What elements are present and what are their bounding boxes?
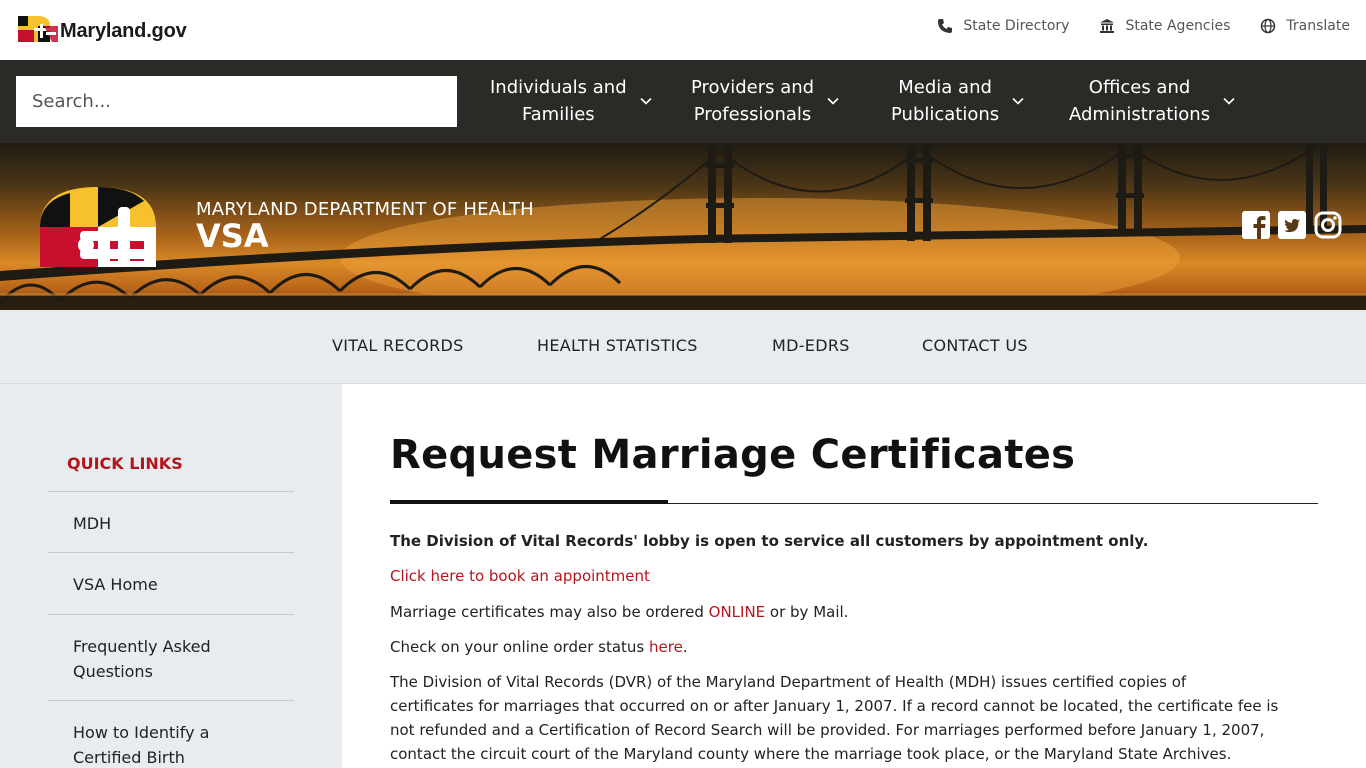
subnav-md-edrs[interactable]: MD-EDRS [772, 336, 850, 355]
chevron-down-icon [640, 97, 652, 105]
quick-link-identify-certified-birth[interactable]: How to Identify a Certified Birth [48, 700, 294, 768]
nav-offices-administrations[interactable]: Offices and Administrations [1069, 74, 1236, 128]
nav-individuals-families[interactable]: Individuals and Families [490, 74, 653, 128]
chevron-down-icon [1012, 97, 1024, 105]
order-text-post: or by Mail. [765, 603, 849, 621]
nav-label-line: Offices and [1088, 77, 1191, 98]
chevron-down-icon [1223, 97, 1235, 105]
translate-link[interactable]: Translate [1260, 18, 1350, 34]
nav-label-line: Publications [891, 104, 1000, 125]
quick-links-title: QUICK LINKS [67, 454, 183, 473]
status-text-pre: Check on your online order status [390, 638, 650, 656]
quick-link-mdh[interactable]: MDH [48, 491, 294, 553]
translate-label: Translate [1286, 18, 1350, 34]
status-text-post: . [682, 638, 688, 656]
order-online-link[interactable]: ONLINE [709, 603, 766, 621]
search-input[interactable] [16, 76, 457, 127]
quick-link-label: Certified Birth [73, 748, 185, 767]
nav-individuals-families-label: Individuals and Families [490, 74, 627, 128]
social-links [1242, 211, 1342, 239]
chevron-down-icon [827, 97, 839, 105]
instagram-icon[interactable] [1314, 211, 1342, 239]
order-text-pre: Marriage certificates may also be ordere… [390, 603, 709, 621]
nav-media-publications[interactable]: Media and Publications [891, 74, 1025, 128]
unit-name: VSA [196, 217, 269, 255]
status-paragraph: Check on your online order status here. [390, 635, 1320, 659]
twitter-icon[interactable] [1278, 211, 1306, 239]
nav-label-line: Families [521, 104, 595, 125]
phone-icon [938, 19, 953, 33]
nav-providers-professionals[interactable]: Providers and Professionals [691, 74, 840, 128]
brand-name: Maryland.gov [60, 19, 187, 42]
quick-link-faq[interactable]: Frequently Asked Questions [48, 614, 294, 700]
hero-banner: MARYLAND DEPARTMENT OF HEALTH VSA [0, 143, 1366, 310]
description-line: not refunded and a Certification of Reco… [390, 721, 1265, 739]
title-underline [390, 500, 668, 504]
state-agencies-label: State Agencies [1125, 18, 1231, 34]
nav-offices-administrations-label: Offices and Administrations [1069, 74, 1210, 128]
nav-label-line: Individuals and [490, 77, 627, 98]
nav-label-line: Media and [898, 77, 992, 98]
main-navigation: Individuals and Families Providers and P… [0, 60, 1366, 143]
subnav-health-statistics[interactable]: HEALTH STATISTICS [537, 336, 698, 355]
appointment-paragraph: Click here to book an appointment [390, 564, 1320, 588]
utility-bar: Maryland.gov State Directory State Agenc… [0, 0, 1366, 60]
state-directory-label: State Directory [963, 18, 1070, 34]
subnav-vital-records[interactable]: VITAL RECORDS [332, 336, 464, 355]
nav-providers-professionals-label: Providers and Professionals [691, 74, 814, 128]
nav-label-line: Administrations [1069, 104, 1211, 125]
bank-icon [1100, 19, 1115, 33]
order-status-link[interactable]: here [649, 638, 683, 656]
quick-link-vsa-home[interactable]: VSA Home [48, 552, 294, 614]
quick-link-label: Questions [73, 662, 153, 681]
description-line: contact the circuit court of the Marylan… [390, 745, 1232, 763]
quick-links-sidebar: QUICK LINKS MDH VSA Home Frequently Aske… [0, 384, 342, 768]
globe-icon [1261, 18, 1276, 34]
nav-label-line: Providers and [691, 77, 815, 98]
description-line: The Division of Vital Records (DVR) of t… [390, 673, 1187, 691]
quick-link-label: MDH [73, 514, 112, 533]
quick-link-label: VSA Home [73, 575, 158, 594]
book-appointment-link[interactable]: Click here to book an appointment [390, 567, 650, 585]
order-paragraph: Marriage certificates may also be ordere… [390, 600, 1320, 624]
maryland-gov-brand[interactable]: Maryland.gov [16, 14, 187, 48]
quick-link-label: How to Identify a [73, 723, 210, 742]
nav-media-publications-label: Media and Publications [891, 74, 999, 128]
subnav-contact-us[interactable]: CONTACT US [922, 336, 1028, 355]
quick-link-label: Frequently Asked [73, 637, 211, 656]
maryland-flag-icon [16, 14, 58, 48]
page-title: Request Marriage Certificates [390, 432, 1076, 478]
state-agencies-link[interactable]: State Agencies [1099, 18, 1230, 34]
section-navigation: VITAL RECORDS HEALTH STATISTICS MD-EDRS … [0, 310, 1366, 384]
description-line: certificates for marriages that occurred… [390, 697, 1279, 715]
state-directory-link[interactable]: State Directory [937, 18, 1069, 34]
dvr-description: The Division of Vital Records (DVR) of t… [390, 670, 1320, 766]
lobby-notice: The Division of Vital Records' lobby is … [390, 532, 1149, 550]
facebook-icon[interactable] [1242, 211, 1270, 239]
mdh-flag-logo [40, 187, 156, 271]
nav-label-line: Professionals [693, 104, 812, 125]
